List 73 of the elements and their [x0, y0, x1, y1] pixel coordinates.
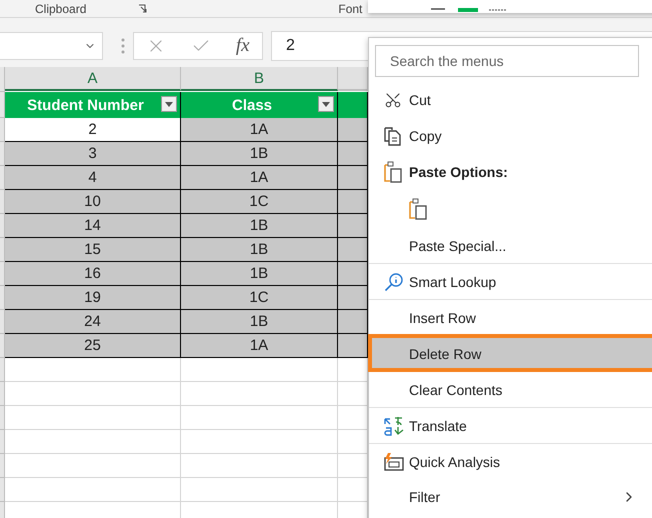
row-header[interactable]	[0, 478, 5, 502]
column-header[interactable]: B	[181, 67, 338, 91]
row-header[interactable]	[0, 67, 5, 92]
row-header[interactable]	[0, 166, 5, 190]
row-header[interactable]	[0, 92, 5, 118]
row-header[interactable]	[0, 286, 5, 310]
table-cell: 15	[5, 238, 181, 262]
row-header[interactable]	[0, 454, 5, 478]
menu-item[interactable]: Copy	[369, 117, 652, 153]
quick-analysis-icon	[384, 452, 404, 472]
row-header[interactable]	[0, 214, 5, 238]
dialog-launcher-icon[interactable]	[138, 4, 148, 13]
ribbon-group-label: Clipboard	[35, 2, 86, 16]
table-cell: 3	[5, 142, 181, 166]
table-cell: 25	[5, 334, 181, 358]
table-cell: 1C	[181, 286, 338, 310]
menu-item[interactable]: Cut	[369, 81, 652, 117]
header-text: Student Number	[27, 96, 144, 114]
table-cell: 1A	[181, 166, 338, 190]
row-header[interactable]	[0, 310, 5, 334]
table-cell: 1B	[181, 262, 338, 286]
dropdown-icon[interactable]	[322, 102, 330, 106]
table-cell: 16	[5, 262, 181, 286]
table-cell: 1A	[181, 118, 338, 142]
row-header[interactable]	[0, 238, 5, 262]
table-cell: 14	[5, 214, 181, 238]
search-field[interactable]: Search the menus	[375, 45, 639, 77]
menu-item[interactable]: Delete Row	[369, 335, 652, 371]
clipboard-icon	[384, 160, 402, 182]
table-cell: 1B	[181, 310, 338, 334]
menu-item[interactable]: Smart Lookup	[369, 263, 652, 299]
dropdown-icon[interactable]	[165, 102, 173, 106]
grip-icon	[121, 36, 125, 54]
search-icon	[384, 272, 404, 292]
row-header[interactable]	[0, 262, 5, 286]
table-cell: 4	[5, 166, 181, 190]
copy-icon	[384, 126, 402, 146]
table-cell: 24	[5, 310, 181, 334]
ribbon-group-label: Font	[338, 2, 362, 16]
table-cell: 10	[5, 190, 181, 214]
filter-button[interactable]	[161, 96, 177, 112]
row-header[interactable]	[0, 406, 5, 430]
column-header[interactable]	[338, 67, 368, 91]
table-cell: 2	[5, 118, 181, 142]
row-header[interactable]	[0, 358, 5, 382]
filter-button[interactable]	[318, 96, 334, 112]
table-cell: 19	[5, 286, 181, 310]
table-cell: 1B	[181, 238, 338, 262]
menu-item[interactable]: Paste Special...	[369, 227, 652, 263]
row-header[interactable]	[0, 118, 5, 142]
translate-icon	[384, 416, 404, 436]
paste-button-icon	[409, 198, 427, 220]
font-color-icon[interactable]	[458, 7, 478, 13]
row-header[interactable]	[0, 142, 5, 166]
menu-item[interactable]: Clear Contents	[369, 371, 652, 407]
table-cell: 1B	[181, 214, 338, 238]
menu-item[interactable]: Translate	[369, 407, 652, 443]
row-header[interactable]	[0, 430, 5, 454]
insert-function-button[interactable]: fx	[236, 34, 250, 56]
column-header[interactable]: A	[5, 67, 181, 91]
scissors-icon	[384, 90, 402, 108]
menu-item[interactable]: Quick Analysis	[369, 443, 652, 479]
table-cell	[338, 334, 368, 358]
menu-item[interactable]: Filter	[369, 479, 652, 513]
row-header[interactable]	[0, 190, 5, 214]
table-cell: 1B	[181, 142, 338, 166]
table-cell: 1A	[181, 334, 338, 358]
border-icon[interactable]	[488, 7, 508, 13]
header-text: Class	[232, 96, 272, 114]
row-header[interactable]	[0, 334, 5, 358]
row-header[interactable]	[0, 382, 5, 406]
menu-section-header: Paste Options:	[369, 153, 652, 189]
table-cell: 1C	[181, 190, 338, 214]
